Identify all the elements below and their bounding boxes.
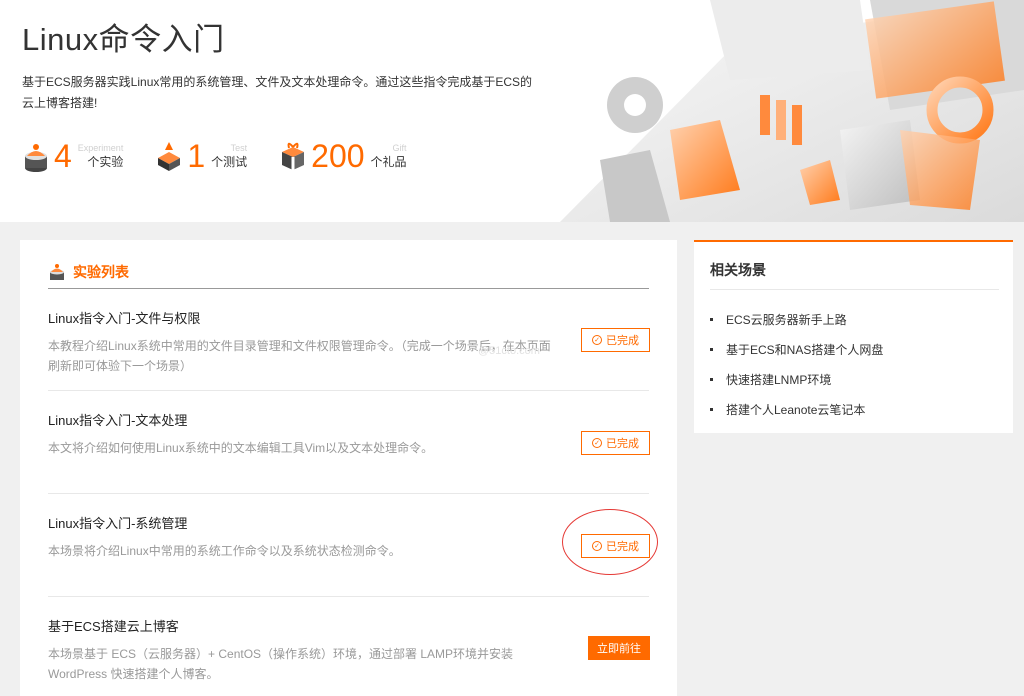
item-title[interactable]: Linux指令入门-文件与权限 <box>48 310 649 328</box>
item-title[interactable]: Linux指令入门-文本处理 <box>48 412 649 430</box>
stat-tests-cn: 个测试 <box>211 154 248 169</box>
related-link[interactable]: ECS云服务器新手上路 <box>726 311 847 328</box>
stat-tests-number: 1 <box>187 138 206 174</box>
watermark: @51cto.com <box>478 345 540 357</box>
item-title[interactable]: Linux指令入门-系统管理 <box>48 515 649 533</box>
list-title: 实验列表 <box>73 264 129 280</box>
stat-tests: 1 Test 个测试 <box>155 138 247 174</box>
highlight-annotation-circle <box>562 509 658 575</box>
completed-label: 已完成 <box>606 335 639 347</box>
stat-gifts-en: Gift <box>392 142 407 153</box>
list-item-4[interactable]: 基于ECS搭建云上博客 本场景基于 ECS（云服务器）+ CentOS（操作系统… <box>48 618 649 684</box>
related-list: ECS云服务器新手上路 基于ECS和NAS搭建个人网盘 快速搭建LNMP环境 搭… <box>710 304 883 424</box>
list-item-2[interactable]: Linux指令入门-文本处理 本文将介绍如何使用Linux系统中的文本编辑工具V… <box>48 412 649 458</box>
gift-box-icon <box>282 142 305 170</box>
header-divider <box>48 288 649 289</box>
stat-experiments-cn: 个实验 <box>87 154 124 169</box>
item-divider <box>48 596 649 597</box>
related-link[interactable]: 快速搭建LNMP环境 <box>726 371 831 388</box>
related-item[interactable]: 快速搭建LNMP环境 <box>710 364 883 394</box>
related-divider <box>710 289 999 290</box>
stat-experiments-en: Experiment <box>77 142 124 153</box>
stat-experiments: 4 Experiment 个实验 <box>22 138 123 174</box>
related-title: 相关场景 <box>710 262 766 278</box>
check-circle-icon: ✓ <box>592 438 602 448</box>
item-description: 本文将介绍如何使用Linux系统中的文本编辑工具Vim以及文本处理命令。 <box>48 441 434 455</box>
experiment-cake-icon <box>25 144 47 172</box>
cake-icon <box>50 264 64 280</box>
item-description: 本场景基于 ECS（云服务器）+ CentOS（操作系统）环境，通过部署 LAM… <box>48 647 514 681</box>
bullet-icon <box>710 317 713 321</box>
stat-tests-en: Test <box>230 142 248 153</box>
bullet-icon <box>710 377 713 381</box>
related-item[interactable]: 基于ECS和NAS搭建个人网盘 <box>710 334 883 364</box>
page-description: 基于ECS服务器实践Linux常用的系统管理、文件及文本处理命令。通过这些指令完… <box>22 75 533 110</box>
completed-button[interactable]: ✓ 已完成 <box>581 328 650 352</box>
go-now-button[interactable]: 立即前往 <box>588 636 650 660</box>
hero-illustration <box>560 0 1024 222</box>
list-item-1[interactable]: Linux指令入门-文件与权限 本教程介绍Linux系统中常用的文件目录管理和文… <box>48 310 649 376</box>
list-header: 实验列表 <box>48 262 129 282</box>
stat-gifts-cn: 个礼品 <box>370 154 407 169</box>
bullet-icon <box>710 407 713 411</box>
completed-button[interactable]: ✓ 已完成 <box>581 431 650 455</box>
related-link[interactable]: 搭建个人Leanote云笔记本 <box>726 401 865 418</box>
page-title: Linux命令入门 <box>22 22 225 57</box>
item-title[interactable]: 基于ECS搭建云上博客 <box>48 618 649 636</box>
test-stack-icon <box>158 142 181 171</box>
related-item[interactable]: ECS云服务器新手上路 <box>710 304 883 334</box>
check-circle-icon: ✓ <box>592 335 602 345</box>
stat-gifts-number: 200 <box>311 138 365 174</box>
item-divider <box>48 390 649 391</box>
related-link[interactable]: 基于ECS和NAS搭建个人网盘 <box>726 341 883 358</box>
related-item[interactable]: 搭建个人Leanote云笔记本 <box>710 394 883 424</box>
completed-label: 已完成 <box>606 438 639 450</box>
bullet-icon <box>710 347 713 351</box>
item-divider <box>48 493 649 494</box>
stat-experiments-number: 4 <box>54 138 72 174</box>
list-item-3[interactable]: Linux指令入门-系统管理 本场景将介绍Linux中常用的系统工作命令以及系统… <box>48 515 649 561</box>
stats-bar: 4 Experiment 个实验 1 Test 个测试 200 Gift 个礼品 <box>22 138 439 174</box>
stat-gifts: 200 Gift 个礼品 <box>279 138 407 174</box>
hero-banner: Linux命令入门 基于ECS服务器实践Linux常用的系统管理、文件及文本处理… <box>0 0 1024 222</box>
item-description: 本场景将介绍Linux中常用的系统工作命令以及系统状态检测命令。 <box>48 544 401 558</box>
related-scenarios-card: 相关场景 ECS云服务器新手上路 基于ECS和NAS搭建个人网盘 快速搭建LNM… <box>694 240 1013 433</box>
